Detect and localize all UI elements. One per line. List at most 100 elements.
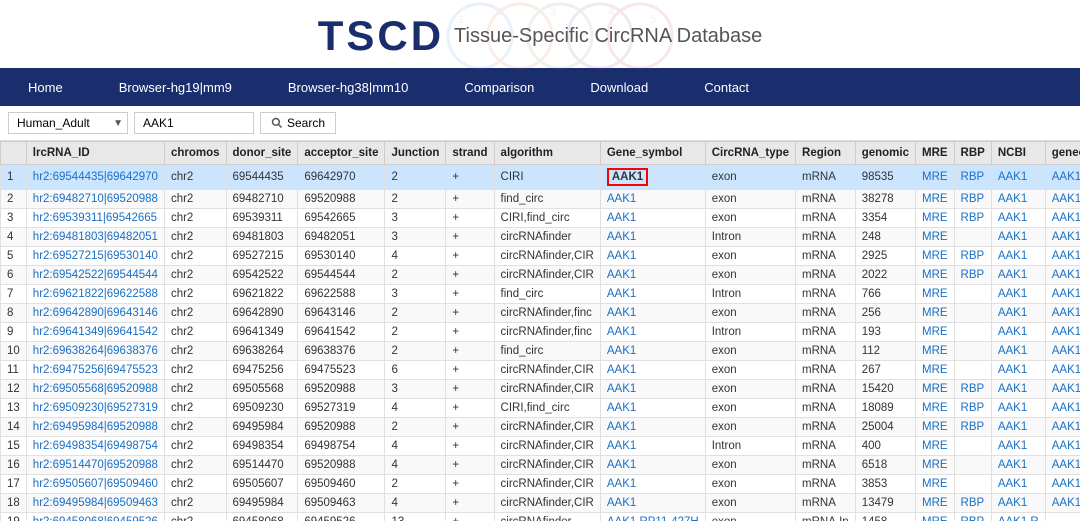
species-select[interactable]: Human_Adult Human_Fetal Mouse_Adult Mous… [8, 112, 128, 134]
row-ncbi[interactable]: AAK1 [991, 418, 1045, 437]
row-id[interactable]: hr2:69509230|69527319 [26, 399, 164, 418]
row-gene-symbol[interactable]: AAK1 [600, 323, 705, 342]
row-genecards[interactable]: AAK1 [1045, 323, 1080, 342]
row-rbp[interactable]: RBP [954, 190, 991, 209]
row-rbp[interactable] [954, 475, 991, 494]
row-id[interactable]: hr2:69621822|69622588 [26, 285, 164, 304]
row-mre[interactable]: MRE [915, 380, 954, 399]
row-rbp[interactable] [954, 285, 991, 304]
row-genecards[interactable]: AAK1 [1045, 247, 1080, 266]
row-genecards[interactable]: AAK1 [1045, 228, 1080, 247]
row-gene-symbol[interactable]: AAK1 [600, 418, 705, 437]
row-gene-symbol[interactable]: AAK1 [600, 266, 705, 285]
row-rbp[interactable]: RBP [954, 209, 991, 228]
row-genecards[interactable]: AAK1 [1045, 361, 1080, 380]
row-gene-symbol[interactable]: AAK1 [600, 456, 705, 475]
row-gene-symbol[interactable]: AAK1 [600, 228, 705, 247]
row-genecards[interactable] [1045, 513, 1080, 521]
row-genecards[interactable]: AAK1 [1045, 475, 1080, 494]
row-genecards[interactable]: AAK1 [1045, 456, 1080, 475]
row-id[interactable]: hr2:69539311|69542665 [26, 209, 164, 228]
row-gene-symbol[interactable]: AAK1,RP11-427H [600, 513, 705, 521]
row-genecards[interactable]: AAK1 [1045, 494, 1080, 513]
row-mre[interactable]: MRE [915, 361, 954, 380]
row-rbp[interactable] [954, 304, 991, 323]
row-ncbi[interactable]: AAK1 [991, 304, 1045, 323]
row-rbp[interactable]: RBP [954, 165, 991, 190]
row-id[interactable]: hr2:69544435|69642970 [26, 165, 164, 190]
row-ncbi[interactable]: AAK1 [991, 456, 1045, 475]
row-ncbi[interactable]: AAK1 [991, 475, 1045, 494]
row-ncbi[interactable]: AAK1 [991, 380, 1045, 399]
row-ncbi[interactable]: AAK1 [991, 361, 1045, 380]
row-mre[interactable]: MRE [915, 494, 954, 513]
row-id[interactable]: hr2:69495984|69509463 [26, 494, 164, 513]
nav-contact[interactable]: Contact [676, 68, 777, 106]
row-mre[interactable]: MRE [915, 209, 954, 228]
row-rbp[interactable] [954, 228, 991, 247]
row-ncbi[interactable]: AAK1 [991, 209, 1045, 228]
row-mre[interactable]: MRE [915, 266, 954, 285]
row-rbp[interactable] [954, 456, 991, 475]
row-genecards[interactable]: AAK1 [1045, 304, 1080, 323]
row-rbp[interactable]: RBP [954, 247, 991, 266]
row-ncbi[interactable]: AAK1 [991, 266, 1045, 285]
row-id[interactable]: hr2:69642890|69643146 [26, 304, 164, 323]
row-rbp[interactable]: RBP [954, 494, 991, 513]
row-mre[interactable]: MRE [915, 437, 954, 456]
row-id[interactable]: hr2:69505568|69520988 [26, 380, 164, 399]
row-rbp[interactable] [954, 323, 991, 342]
row-id[interactable]: hr2:69495984|69520988 [26, 418, 164, 437]
row-mre[interactable]: MRE [915, 475, 954, 494]
row-gene-symbol[interactable]: AAK1 [600, 190, 705, 209]
nav-home[interactable]: Home [0, 68, 91, 106]
nav-comparison[interactable]: Comparison [436, 68, 562, 106]
row-genecards[interactable]: AAK1 [1045, 437, 1080, 456]
row-mre[interactable]: MRE [915, 247, 954, 266]
row-gene-symbol[interactable]: AAK1 [600, 380, 705, 399]
row-ncbi[interactable]: AAK1 [991, 228, 1045, 247]
row-rbp[interactable]: RBP [954, 266, 991, 285]
row-id[interactable]: hr2:69542522|69544544 [26, 266, 164, 285]
row-id[interactable]: hr2:69505607|69509460 [26, 475, 164, 494]
row-ncbi[interactable]: AAK1 [991, 494, 1045, 513]
row-gene-symbol[interactable]: AAK1 [600, 247, 705, 266]
row-id[interactable]: hr2:69475256|69475523 [26, 361, 164, 380]
row-genecards[interactable]: AAK1 [1045, 209, 1080, 228]
row-genecards[interactable]: AAK1 [1045, 342, 1080, 361]
row-id[interactable]: hr2:69498354|69498754 [26, 437, 164, 456]
row-id[interactable]: hr2:69458068|69459526 [26, 513, 164, 521]
row-genecards[interactable]: AAK1 [1045, 399, 1080, 418]
row-ncbi[interactable]: AAK1 [991, 190, 1045, 209]
row-gene-symbol[interactable]: AAK1 [600, 361, 705, 380]
row-mre[interactable]: MRE [915, 342, 954, 361]
row-rbp[interactable] [954, 361, 991, 380]
row-ncbi[interactable]: AAK1 [991, 399, 1045, 418]
row-genecards[interactable]: AAK1 [1045, 190, 1080, 209]
row-ncbi[interactable]: AAK1,R [991, 513, 1045, 521]
row-gene-symbol[interactable]: AAK1 [600, 494, 705, 513]
row-gene-symbol[interactable]: AAK1 [600, 437, 705, 456]
nav-download[interactable]: Download [562, 68, 676, 106]
row-genecards[interactable]: AAK1 [1045, 418, 1080, 437]
row-genecards[interactable]: AAK1 [1045, 165, 1080, 190]
row-rbp[interactable]: RBP [954, 513, 991, 521]
row-mre[interactable]: MRE [915, 418, 954, 437]
row-id[interactable]: hr2:69514470|69520988 [26, 456, 164, 475]
row-gene-symbol[interactable]: AAK1 [600, 165, 705, 190]
row-mre[interactable]: MRE [915, 513, 954, 521]
row-gene-symbol[interactable]: AAK1 [600, 304, 705, 323]
row-id[interactable]: hr2:69527215|69530140 [26, 247, 164, 266]
row-mre[interactable]: MRE [915, 323, 954, 342]
row-rbp[interactable]: RBP [954, 418, 991, 437]
row-genecards[interactable]: AAK1 [1045, 380, 1080, 399]
row-genecards[interactable]: AAK1 [1045, 266, 1080, 285]
row-gene-symbol[interactable]: AAK1 [600, 475, 705, 494]
row-ncbi[interactable]: AAK1 [991, 342, 1045, 361]
row-genecards[interactable]: AAK1 [1045, 285, 1080, 304]
row-mre[interactable]: MRE [915, 456, 954, 475]
row-mre[interactable]: MRE [915, 285, 954, 304]
row-gene-symbol[interactable]: AAK1 [600, 209, 705, 228]
nav-browser-hg19[interactable]: Browser-hg19|mm9 [91, 68, 260, 106]
row-gene-symbol[interactable]: AAK1 [600, 285, 705, 304]
